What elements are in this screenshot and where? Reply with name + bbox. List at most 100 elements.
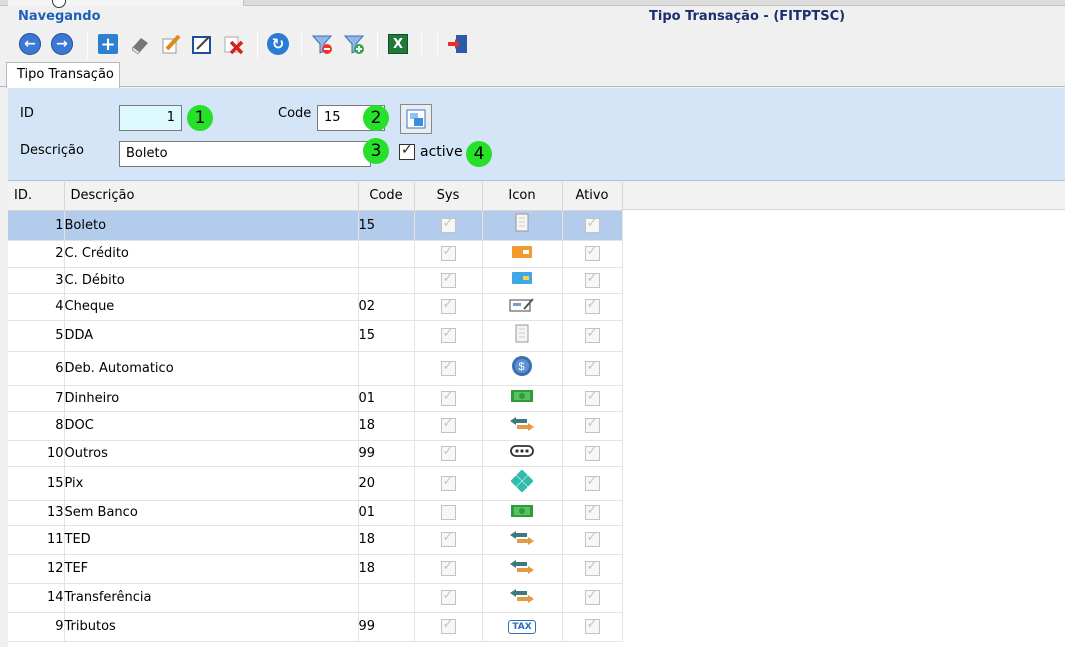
table-row[interactable]: 3 C. Débito [8,267,623,294]
cell-id[interactable]: 12 [8,554,65,584]
cell-code[interactable]: 99 [358,612,415,642]
cell-code[interactable]: 01 [358,500,415,526]
add-icon[interactable]: + [94,30,122,58]
cell-sys[interactable] [414,554,483,584]
ativo-checkbox[interactable] [584,444,600,461]
cell-icon[interactable]: $ [482,351,563,386]
cell-descricao[interactable]: Cheque [64,293,359,321]
edit-form-icon[interactable] [188,30,216,58]
cell-icon[interactable] [482,293,563,321]
id-field[interactable]: 1 [119,105,182,131]
cell-ativo[interactable] [562,411,623,441]
cell-code[interactable]: 18 [358,525,415,555]
cell-id[interactable]: 15 [8,466,65,501]
cell-icon[interactable] [482,385,563,412]
cell-code[interactable]: 99 [358,440,415,467]
active-checkbox[interactable] [399,142,415,160]
cell-id[interactable]: 14 [8,583,65,613]
sys-checkbox[interactable] [440,617,456,634]
table-row[interactable]: 7 Dinheiro 01 [8,385,623,412]
cell-code[interactable] [358,583,415,613]
cell-descricao[interactable]: C. Crédito [64,240,359,268]
cell-icon[interactable] [482,411,563,441]
cell-icon[interactable] [482,320,563,352]
cell-id[interactable]: 6 [8,351,65,386]
sys-checkbox[interactable] [440,359,456,376]
cell-sys[interactable] [414,500,483,526]
table-row[interactable]: 12 TEF 18 [8,554,623,584]
back-icon[interactable]: ← [16,30,44,58]
sys-checkbox[interactable] [440,588,456,605]
cell-code[interactable] [358,240,415,268]
table-row[interactable]: 5 DDA 15 [8,320,623,352]
ativo-checkbox[interactable] [584,297,600,314]
cell-ativo[interactable] [562,293,623,321]
eraser-icon[interactable] [126,30,154,58]
table-row[interactable]: 1 Boleto 15 [8,210,623,241]
cell-code[interactable]: 20 [358,466,415,501]
cell-descricao[interactable]: Deb. Automatico [64,351,359,386]
cell-icon[interactable] [482,554,563,584]
cell-icon[interactable] [482,267,563,294]
sys-checkbox[interactable] [440,530,456,547]
cell-sys[interactable] [414,525,483,555]
cell-ativo[interactable] [562,320,623,352]
edit-icon[interactable] [157,30,185,58]
ativo-checkbox[interactable] [584,588,600,605]
cell-sys[interactable] [414,612,483,642]
refresh-icon[interactable]: ↻ [264,30,292,58]
cell-descricao[interactable]: C. Débito [64,267,359,294]
column-header-code[interactable]: Code [358,182,415,211]
cell-code[interactable]: 15 [358,210,415,241]
cell-sys[interactable] [414,583,483,613]
delete-icon[interactable] [220,30,248,58]
sys-checkbox[interactable] [440,297,456,314]
cell-descricao[interactable]: DOC [64,411,359,441]
cell-sys[interactable] [414,385,483,412]
cell-id[interactable]: 4 [8,293,65,321]
cell-descricao[interactable]: Boleto [64,210,359,241]
cell-id[interactable]: 5 [8,320,65,352]
ativo-checkbox[interactable] [584,559,600,576]
cell-descricao[interactable]: Sem Banco [64,500,359,526]
table-row[interactable]: 2 C. Crédito [8,240,623,268]
cell-sys[interactable] [414,411,483,441]
sys-checkbox[interactable] [440,474,456,491]
cell-code[interactable] [358,351,415,386]
cell-ativo[interactable] [562,554,623,584]
cell-code[interactable]: 18 [358,554,415,584]
cell-icon[interactable] [482,500,563,526]
window-tab-stub[interactable] [8,0,244,6]
sys-checkbox[interactable] [440,271,456,288]
table-row[interactable]: 13 Sem Banco 01 [8,500,623,526]
ativo-checkbox[interactable] [584,216,600,233]
cell-ativo[interactable] [562,385,623,412]
sys-checkbox[interactable] [440,389,456,406]
ativo-checkbox[interactable] [584,530,600,547]
cell-id[interactable]: 11 [8,525,65,555]
descricao-field[interactable]: Boleto [119,141,371,167]
cell-descricao[interactable]: DDA [64,320,359,352]
table-row[interactable]: 8 DOC 18 [8,411,623,441]
table-row[interactable]: 4 Cheque 02 [8,293,623,321]
code-lookup-button[interactable] [400,104,432,134]
ativo-checkbox[interactable] [584,617,600,634]
sys-checkbox[interactable] [440,326,456,343]
forward-icon[interactable]: → [48,30,76,58]
cell-id[interactable]: 9 [8,612,65,642]
table-row[interactable]: 6Deb. Automatico $ [8,351,623,386]
cell-sys[interactable] [414,351,483,386]
table-row[interactable]: 9Tributos99 TAX [8,612,623,642]
cell-id[interactable]: 13 [8,500,65,526]
sys-checkbox[interactable] [440,444,456,461]
column-header-sys[interactable]: Sys [414,182,483,211]
ativo-checkbox[interactable] [584,244,600,261]
table-row[interactable]: 10 Outros 99 [8,440,623,467]
ativo-checkbox[interactable] [584,271,600,288]
cell-code[interactable]: 15 [358,320,415,352]
cell-icon[interactable] [482,466,563,501]
cell-ativo[interactable] [562,466,623,501]
cell-sys[interactable] [414,440,483,467]
cell-icon[interactable] [482,240,563,268]
cell-sys[interactable] [414,267,483,294]
